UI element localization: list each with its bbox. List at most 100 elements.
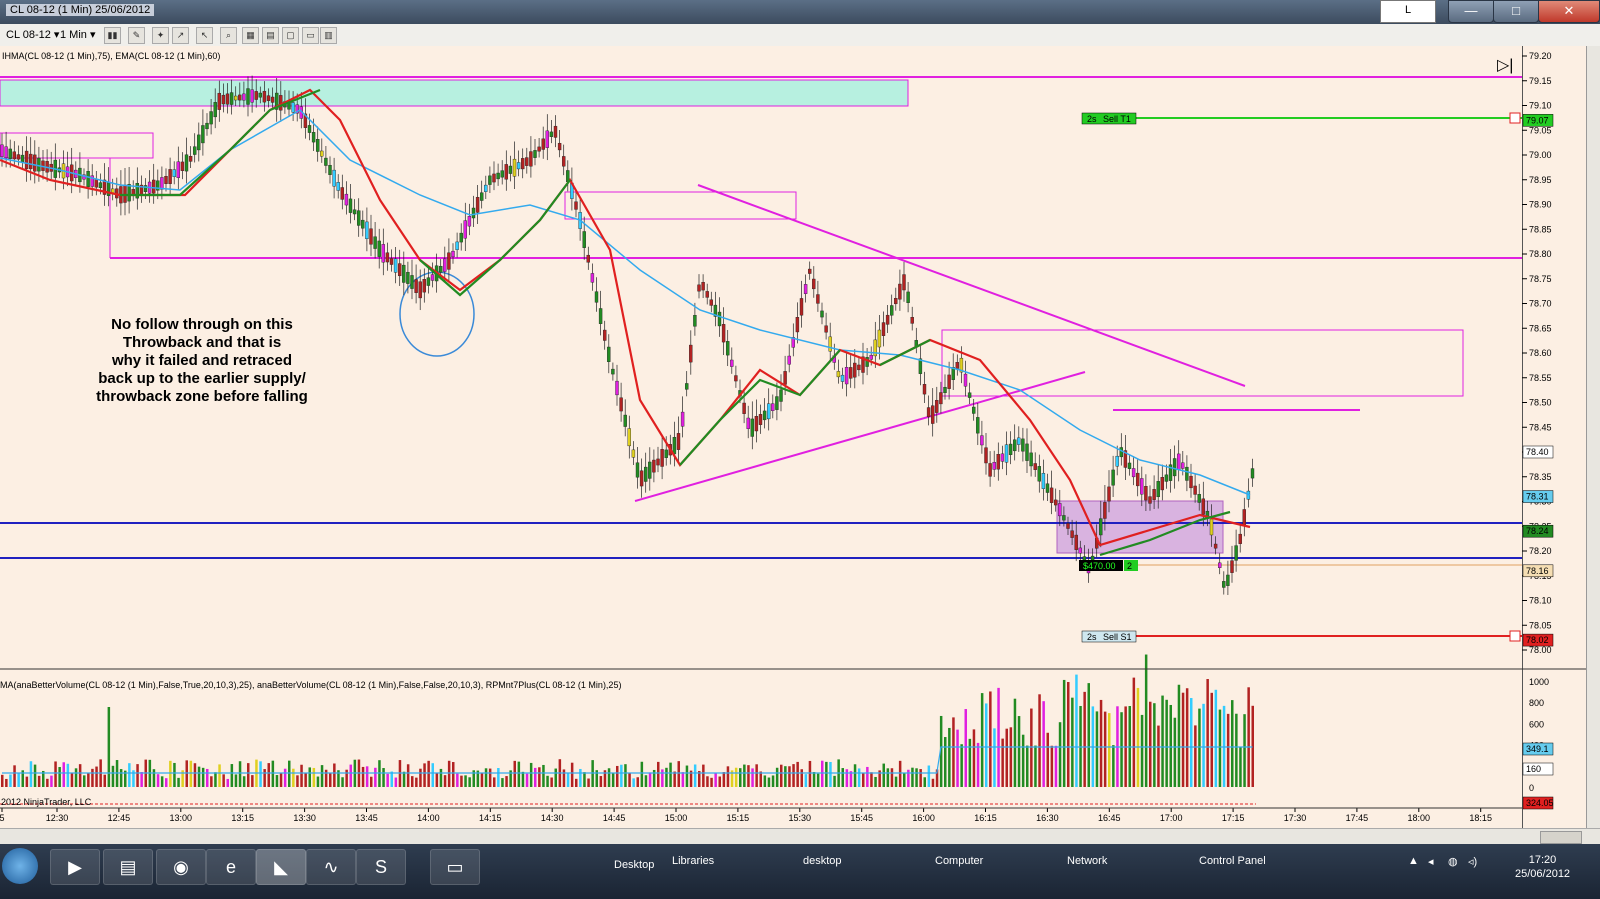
volume-bar bbox=[812, 771, 816, 787]
cancel-order-icon[interactable] bbox=[1509, 112, 1521, 124]
ninjatrader-icon[interactable]: ◣ bbox=[256, 849, 306, 885]
media-player-icon[interactable]: ▶ bbox=[50, 849, 100, 885]
position-marker[interactable]: $470.00 2 bbox=[1079, 560, 1138, 571]
candle bbox=[812, 278, 816, 290]
svg-text:78.24: 78.24 bbox=[1526, 526, 1549, 536]
candle bbox=[521, 158, 525, 170]
volume-bar bbox=[402, 771, 406, 787]
volume-bar bbox=[1235, 713, 1238, 787]
volume-bar bbox=[788, 766, 791, 787]
y-tick-label: 78.70 bbox=[1529, 299, 1552, 309]
skype-icon[interactable]: S bbox=[356, 849, 406, 885]
candle bbox=[24, 150, 29, 170]
candle bbox=[410, 275, 414, 289]
volume-bar bbox=[173, 762, 176, 787]
x-tick-label: 5 bbox=[0, 813, 5, 823]
horizontal-scrollbar[interactable] bbox=[0, 828, 1600, 845]
candle bbox=[1066, 523, 1070, 529]
x-tick-label: 12:45 bbox=[108, 813, 131, 823]
volume-bar bbox=[632, 778, 635, 787]
volume-bar bbox=[468, 777, 471, 787]
volume-bar bbox=[1169, 704, 1172, 787]
volume-bar bbox=[894, 776, 898, 787]
order-sell-s1[interactable]: 2s Sell S1 bbox=[1081, 630, 1137, 643]
volume-bar bbox=[1161, 695, 1164, 787]
volume-bar bbox=[972, 729, 976, 787]
volume-bar bbox=[304, 773, 307, 787]
candle bbox=[1238, 533, 1242, 544]
svg-text:78.16: 78.16 bbox=[1526, 566, 1549, 576]
chart-canvas[interactable]: IHMA(CL 08-12 (1 Min),75), EMA(CL 08-12 … bbox=[0, 0, 1600, 899]
candle bbox=[619, 397, 623, 412]
volume-bar bbox=[443, 775, 447, 787]
volume-bar bbox=[886, 768, 890, 787]
volume-bar bbox=[501, 778, 504, 787]
desktop-folder-link[interactable]: desktop bbox=[803, 855, 842, 867]
computer-link[interactable]: Computer bbox=[935, 855, 983, 867]
candle bbox=[344, 193, 349, 206]
network-tray-icon[interactable]: ◍ bbox=[1448, 855, 1458, 868]
play-icon[interactable]: ▷| bbox=[1497, 57, 1513, 74]
candle bbox=[717, 311, 722, 327]
candle bbox=[1029, 452, 1033, 467]
candle bbox=[29, 153, 33, 170]
candle bbox=[1033, 463, 1037, 470]
candle bbox=[229, 92, 234, 105]
volume-tray-icon[interactable]: ◃) bbox=[1468, 855, 1477, 868]
speaker-icon[interactable]: ◂ bbox=[1428, 855, 1434, 868]
candle bbox=[406, 271, 410, 284]
volume-bar bbox=[1239, 746, 1242, 787]
volume-bar bbox=[230, 764, 234, 787]
volume-bar bbox=[636, 777, 639, 787]
candle bbox=[180, 161, 185, 171]
candle bbox=[37, 157, 41, 172]
firefox-icon[interactable]: ◉ bbox=[156, 849, 206, 885]
supply-zone[interactable] bbox=[0, 79, 909, 107]
candle bbox=[808, 268, 812, 274]
volume-bar bbox=[361, 766, 365, 787]
volume-indicator-label: MA(anaBetterVolume(CL 08-12 (1 Min),Fals… bbox=[0, 680, 621, 690]
candle bbox=[906, 291, 910, 303]
network-link[interactable]: Network bbox=[1067, 855, 1107, 867]
candle bbox=[824, 325, 828, 333]
volume-bar bbox=[714, 772, 717, 787]
volume-tick-label: 1000 bbox=[1529, 677, 1549, 687]
zone-box[interactable] bbox=[564, 191, 797, 220]
start-button[interactable] bbox=[2, 848, 38, 884]
clock[interactable]: 17:20 25/06/2012 bbox=[1515, 853, 1570, 881]
zone-box[interactable] bbox=[0, 132, 154, 159]
candle bbox=[992, 461, 996, 470]
scroll-thumb[interactable] bbox=[1540, 831, 1582, 844]
chart-app-icon[interactable]: ∿ bbox=[306, 849, 356, 885]
volume-bar bbox=[796, 761, 799, 787]
volume-bar bbox=[1185, 688, 1189, 787]
candle bbox=[1140, 478, 1144, 495]
volume-bar bbox=[903, 773, 906, 787]
y-tick-label: 78.50 bbox=[1529, 398, 1552, 408]
volume-bar bbox=[1038, 694, 1041, 787]
volume-bar bbox=[529, 762, 533, 787]
candle bbox=[16, 154, 21, 160]
tray-arrow-icon[interactable]: ▲ bbox=[1408, 855, 1419, 867]
internet-explorer-icon[interactable]: e bbox=[206, 849, 256, 885]
cancel-order-icon[interactable] bbox=[1509, 630, 1521, 642]
control-panel-link[interactable]: Control Panel bbox=[1199, 855, 1266, 867]
volume-bar bbox=[5, 778, 8, 787]
candle bbox=[721, 324, 726, 343]
zone-box[interactable] bbox=[941, 329, 1464, 397]
candle bbox=[783, 371, 787, 385]
candle bbox=[746, 417, 750, 429]
volume-bar bbox=[669, 762, 672, 787]
candle bbox=[225, 93, 230, 105]
trend-line[interactable] bbox=[634, 371, 1086, 502]
candle bbox=[529, 151, 533, 167]
desktop-toolbar[interactable]: Desktop bbox=[614, 859, 654, 871]
libraries-link[interactable]: Libraries bbox=[672, 855, 714, 867]
demand-zone[interactable] bbox=[1056, 500, 1224, 554]
window-icon[interactable]: ▭ bbox=[430, 849, 480, 885]
volume-bar bbox=[1062, 679, 1066, 787]
candle bbox=[697, 284, 701, 292]
volume-bar bbox=[804, 774, 808, 787]
order-sell-t1[interactable]: 2s Sell T1 bbox=[1081, 112, 1137, 125]
explorer-icon[interactable]: ▤ bbox=[103, 849, 153, 885]
